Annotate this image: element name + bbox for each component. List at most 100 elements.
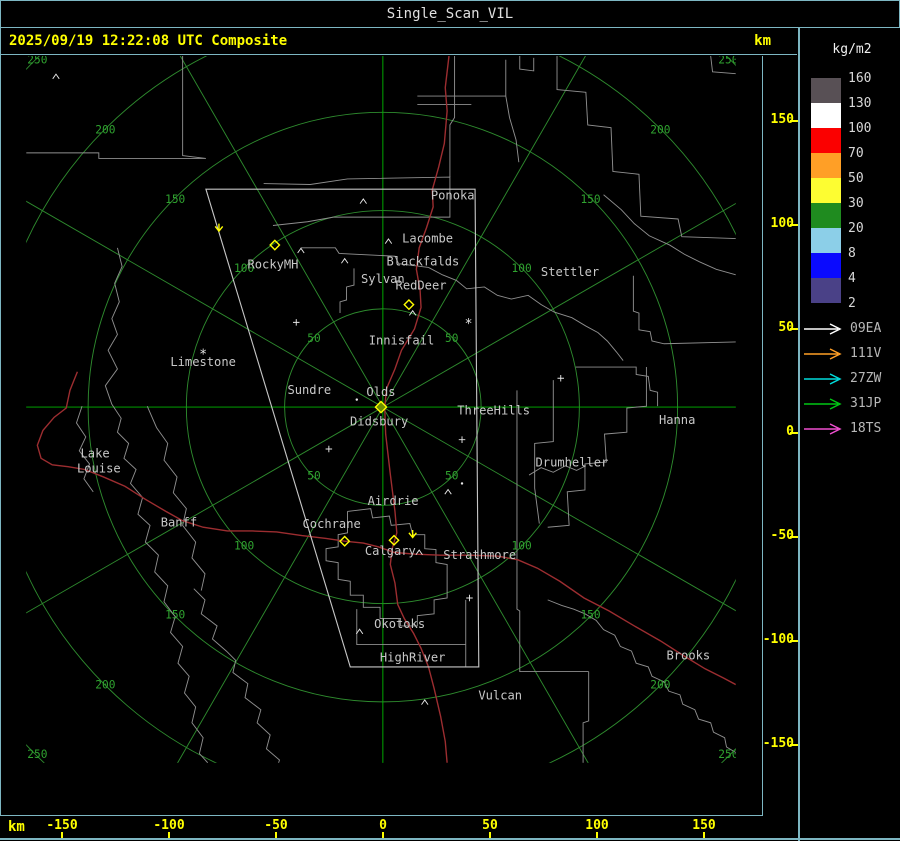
bottom-axis-label-100: 100: [585, 818, 609, 833]
radar-id-label-18TS: 18TS: [850, 421, 882, 436]
caret-marker: [355, 628, 364, 635]
right-axis: 150100500-50-100-150: [762, 56, 805, 815]
bottom-axis: km -150 -100 -50 0 50 100 150: [0, 816, 798, 839]
plus-marker: [466, 594, 473, 602]
city-label-threehills: ThreeHills: [457, 404, 530, 418]
radar-arrow-icon: [804, 398, 842, 410]
colorbar-threshold-2: 2: [848, 296, 856, 311]
city-label-reddeer: RedDeer: [396, 279, 447, 293]
ring-label-50: 50: [445, 470, 458, 483]
ring-label-200: 200: [95, 678, 115, 691]
radar-arrow-icon: [804, 323, 842, 335]
river-boundary-southeast: [547, 599, 736, 754]
ring-label-200: 200: [650, 123, 670, 136]
ring-label-50: 50: [307, 332, 320, 345]
radar-arrow-row-31JP: 31JP: [800, 396, 900, 411]
city-label-olds: Olds: [366, 385, 395, 399]
city-label-louise: Louise: [77, 461, 121, 475]
bottom-axis-label--150: -150: [46, 818, 78, 833]
radar-arrow-icon: [804, 348, 842, 360]
window-title-bar: Single_Scan_VIL: [0, 0, 900, 28]
ring-label-250: 250: [718, 56, 738, 66]
radar-arrow-row-111V: 111V: [800, 346, 900, 361]
dot-marker: [355, 398, 358, 401]
bottom-axis-label-150: 150: [692, 818, 716, 833]
azimuth-spoke-240deg: [179, 56, 384, 408]
ring-label-150: 150: [165, 608, 185, 621]
window-bottom-border: [0, 838, 900, 840]
city-label-okotoks: Okotoks: [374, 617, 425, 631]
city-label-highriver: HighRiver: [380, 650, 446, 664]
map-right-border: [762, 56, 763, 815]
ring-label-50: 50: [307, 470, 320, 483]
legend-panel: kg/m2 160 130 100 70 50 30 20 8 4 2 09EA 111V 27ZW 3…: [798, 28, 900, 841]
city-label-innisfail: Innisfail: [369, 334, 435, 348]
radar-arrow-row-09EA: 09EA: [800, 321, 900, 336]
bottom-axis-label--100: -100: [153, 818, 185, 833]
city-label-strathmore: Strathmore: [443, 548, 516, 562]
bottom-axis-label-50: 50: [482, 818, 498, 833]
ring-label-150: 150: [580, 608, 600, 621]
plus-marker: [557, 374, 564, 382]
ring-label-250: 250: [27, 56, 47, 66]
colorbar-unit-label: kg/m2: [832, 42, 872, 57]
city-label-blackfalds: Blackfalds: [387, 255, 460, 269]
city-label-stettler: Stettler: [541, 265, 599, 279]
ring-label-150: 150: [165, 193, 185, 206]
range-rings: [26, 56, 736, 763]
colorbar-threshold-130: 130: [848, 96, 872, 111]
colorbar-box-1: [811, 103, 841, 128]
range-ring-250km: [26, 56, 736, 763]
radar-id-label-31JP: 31JP: [850, 396, 882, 411]
svg-text:*: *: [465, 317, 473, 332]
county-boundary-lines-east: [516, 275, 736, 763]
colorbar-threshold-70: 70: [848, 146, 864, 161]
azimuth-spoke-60deg: [382, 406, 589, 763]
colorbar-box-8: [811, 278, 841, 303]
right-axis-unit-label: km: [754, 33, 771, 49]
radar-id-label-27ZW: 27ZW: [850, 371, 882, 386]
city-label-cochrane: Cochrane: [303, 517, 361, 531]
radar-arrow-row-18TS: 18TS: [800, 421, 900, 436]
ring-label-100: 100: [512, 262, 532, 275]
colorbar-box-6: [811, 228, 841, 253]
city-label-didsbury: Didsbury: [350, 415, 408, 429]
asterisk-marker: *: [199, 348, 207, 363]
window-title: Single_Scan_VIL: [386, 6, 514, 22]
bottom-axis-label--50: -50: [264, 818, 288, 833]
radar-map-canvas[interactable]: 50 50 50 50 100 100 100 100 150 150 150 150 200 200 20…: [0, 56, 762, 815]
dot-marker: [460, 482, 464, 485]
caret-marker: [341, 257, 349, 264]
colorbar-threshold-4: 4: [848, 271, 856, 286]
scan-timestamp: 2025/09/19 12:22:08 UTC Composite: [9, 33, 288, 49]
caret-marker: [384, 238, 393, 244]
city-label-calgary: Calgary: [365, 544, 416, 558]
caret-marker: [359, 198, 367, 204]
city-labels: PonokaLacombeBlackfaldsSylvanRedDeerStet…: [77, 188, 710, 702]
caret-marker: [52, 73, 60, 80]
caret-marker: [421, 699, 429, 705]
city-label-hanna: Hanna: [659, 413, 695, 427]
azimuth-spoke-150deg: [26, 406, 384, 614]
window-left-border: [0, 0, 1, 816]
colorbar-box-7: [811, 253, 841, 278]
info-strip: 2025/09/19 12:22:08 UTC Composite km: [0, 28, 797, 55]
city-label-sundre: Sundre: [287, 383, 331, 397]
caret-marker: [444, 488, 452, 495]
ring-label-250: 250: [718, 748, 738, 761]
radar-id-label-09EA: 09EA: [850, 321, 882, 336]
colorbar-threshold-30: 30: [848, 196, 864, 211]
city-label-ponoka: Ponoka: [431, 188, 475, 202]
city-label-lacombe: Lacombe: [402, 231, 453, 245]
plus-marker: [292, 319, 300, 326]
azimuth-spoke-120deg: [177, 406, 384, 763]
city-label-drumheller: Drumheller: [536, 456, 609, 470]
colorbar-threshold-8: 8: [848, 246, 856, 261]
ring-label-200: 200: [650, 678, 670, 691]
caret-marker: [297, 247, 305, 254]
colorbar-threshold-50: 50: [848, 171, 864, 186]
ring-label-100: 100: [234, 540, 254, 553]
plus-marker: [458, 436, 466, 443]
diamond-marker: [403, 299, 415, 311]
colorbar-box-4: [811, 178, 841, 203]
